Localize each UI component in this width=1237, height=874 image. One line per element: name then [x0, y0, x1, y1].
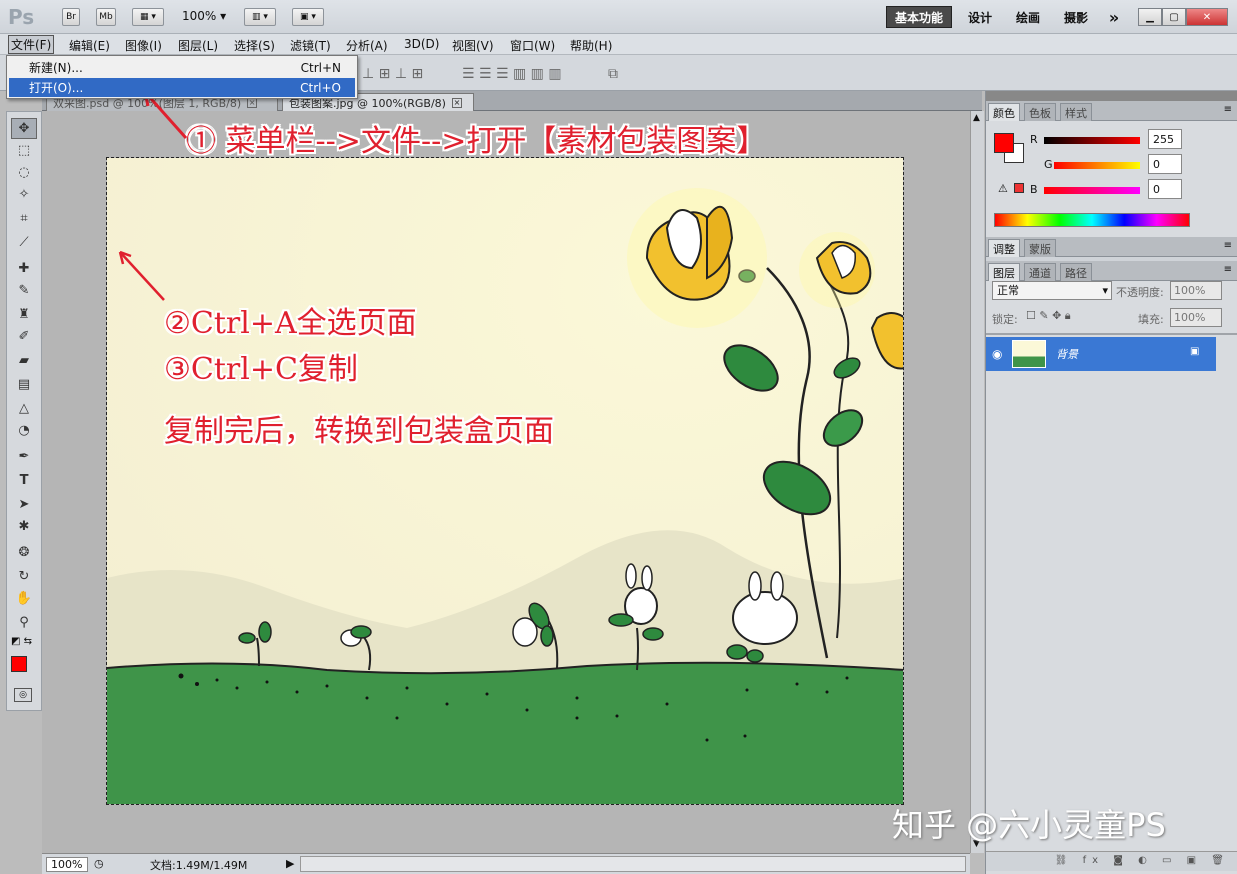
- menu-item-open-label: 打开(O)...: [29, 81, 84, 95]
- file-menu-dropdown: 新建(N)... Ctrl+N 打开(O)... Ctrl+O: [6, 55, 358, 99]
- annotation-arrows: [118, 90, 188, 301]
- menu-item-new-shortcut: Ctrl+N: [300, 60, 341, 75]
- menu-item-open-shortcut: Ctrl+O: [300, 80, 341, 95]
- menu-item-open[interactable]: 打开(O)... Ctrl+O: [9, 78, 355, 97]
- menu-item-new-label: 新建(N)...: [29, 61, 83, 75]
- menu-item-new[interactable]: 新建(N)... Ctrl+N: [9, 58, 355, 77]
